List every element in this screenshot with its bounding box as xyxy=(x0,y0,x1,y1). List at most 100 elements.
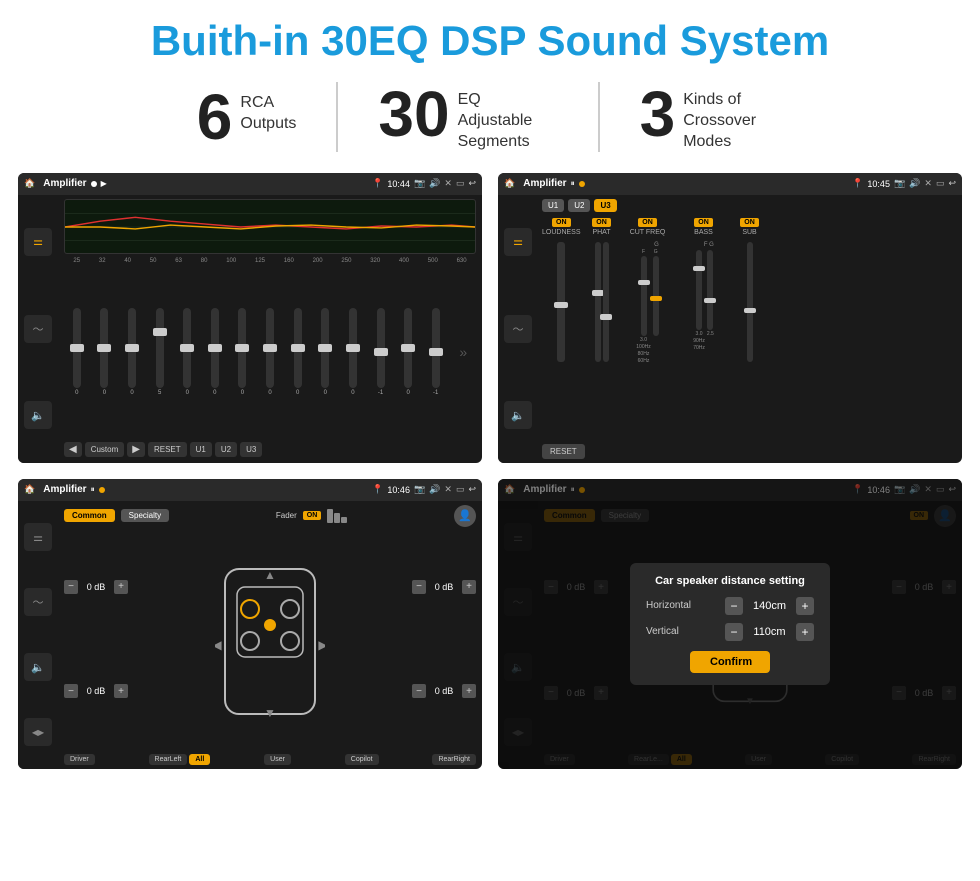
db-plus-fl[interactable]: + xyxy=(114,580,128,594)
slider-125[interactable]: 0 xyxy=(266,308,274,396)
slider-320[interactable]: -1 xyxy=(377,308,385,396)
dia-plus-horizontal[interactable]: + xyxy=(796,597,814,615)
stats-row: 6 RCAOutputs 30 EQ AdjustableSegments 3 … xyxy=(0,74,980,166)
amp2-sidebar: ⚌ 〜 🔈 xyxy=(498,195,538,463)
bass-label: BASS xyxy=(694,229,713,236)
play-icon-1: ▶ xyxy=(101,179,107,188)
db-minus-rr[interactable]: − xyxy=(412,684,426,698)
eq-sidebar-btn-speaker[interactable]: 🔈 xyxy=(24,401,52,429)
preset-u1-btn[interactable]: U1 xyxy=(542,199,564,212)
dot-3 xyxy=(99,487,105,493)
phat-on-badge[interactable]: ON xyxy=(592,218,611,227)
eq-sidebar-btn-wave[interactable]: 〜 xyxy=(24,315,52,343)
slider-63[interactable]: 0 xyxy=(183,308,191,396)
zone-btn-driver[interactable]: Driver xyxy=(64,754,95,765)
preset-u3[interactable]: U3 xyxy=(240,442,262,457)
slider-400[interactable]: 0 xyxy=(404,308,412,396)
reset-btn-2[interactable]: RESET xyxy=(542,444,585,459)
cross-main: Common Specialty Fader ON 👤 xyxy=(58,501,482,769)
slider-500[interactable]: -1 xyxy=(432,308,440,396)
prev-btn[interactable]: ◀ xyxy=(64,442,82,457)
camera-icon-2: 📷 xyxy=(894,178,905,189)
db-plus-rr[interactable]: + xyxy=(462,684,476,698)
preset-u2[interactable]: U2 xyxy=(215,442,237,457)
loudness-on-badge[interactable]: ON xyxy=(552,218,571,227)
ch-cutfreq: ON CUT FREQ G F 3.0 xyxy=(623,218,673,438)
eq-sidebar-1: ⚌ 〜 🔈 xyxy=(18,195,58,463)
next-btn[interactable]: ▶ xyxy=(127,442,145,457)
slider-50[interactable]: 5 xyxy=(156,308,164,396)
home-icon-1[interactable]: 🏠 xyxy=(24,178,35,189)
dialog-title: Car speaker distance setting xyxy=(646,575,814,587)
preset-custom[interactable]: Custom xyxy=(85,442,125,457)
tab-common[interactable]: Common xyxy=(64,509,115,522)
stat-crossover: 3 Kinds ofCrossover Modes xyxy=(600,82,824,152)
slider-32[interactable]: 0 xyxy=(100,308,108,396)
tab-specialty[interactable]: Specialty xyxy=(121,509,169,522)
cutfreq-label: CUT FREQ xyxy=(630,229,666,236)
fader-on-btn[interactable]: ON xyxy=(303,511,322,520)
db-minus-fr[interactable]: − xyxy=(412,580,426,594)
db-val-rl: 0 dB xyxy=(81,686,111,696)
app-title-1: Amplifier xyxy=(43,178,86,189)
slider-80[interactable]: 0 xyxy=(211,308,219,396)
back-icon-2[interactable]: ↩ xyxy=(948,178,956,189)
sub-on-badge[interactable]: ON xyxy=(740,218,759,227)
dialog-val-row-vertical: − 110cm + xyxy=(725,623,814,641)
slider-250[interactable]: 0 xyxy=(349,308,357,396)
db-plus-fr[interactable]: + xyxy=(462,580,476,594)
slider-100[interactable]: 0 xyxy=(238,308,246,396)
screen-dialog: 🏠 Amplifier ⏸ 📍 10:46 📷 🔊 ✕ ▭ ↩ ⚌ 〜 🔈 ◀▶ xyxy=(498,479,962,769)
bass-on-badge[interactable]: ON xyxy=(694,218,713,227)
spk-left-col: − 0 dB + − 0 dB + xyxy=(64,531,154,748)
statusbar-1: 🏠 Amplifier ▶ 📍 10:44 📷 🔊 ✕ ▭ ↩ xyxy=(18,173,482,195)
zone-btn-user[interactable]: User xyxy=(264,754,291,765)
pause-icon-2: ⏸ xyxy=(571,179,575,189)
cross-sidebar-btn-extra[interactable]: ◀▶ xyxy=(24,718,52,746)
dia-minus-vertical[interactable]: − xyxy=(725,623,743,641)
dia-plus-vertical[interactable]: + xyxy=(796,623,814,641)
zone-btn-rearright[interactable]: RearRight xyxy=(432,754,476,765)
slider-160[interactable]: 0 xyxy=(294,308,302,396)
dialog-val-row-horizontal: − 140cm + xyxy=(725,597,814,615)
stat-number-rca: 6 xyxy=(197,85,233,149)
statusbar-3: 🏠 Amplifier ⏸ 📍 10:46 📷 🔊 ✕ ▭ ↩ xyxy=(18,479,482,501)
eq-sidebar-btn-equalizer[interactable]: ⚌ xyxy=(24,228,52,256)
slider-25[interactable]: 0 xyxy=(73,308,81,396)
cross-sidebar-btn-eq[interactable]: ⚌ xyxy=(24,523,52,551)
sliders-row: 0 0 0 5 0 xyxy=(64,266,476,439)
home-icon-2[interactable]: 🏠 xyxy=(504,178,515,189)
preset-u1[interactable]: U1 xyxy=(190,442,212,457)
db-plus-rl[interactable]: + xyxy=(114,684,128,698)
cross-sidebar-btn-wave[interactable]: 〜 xyxy=(24,588,52,616)
preset-u2-btn[interactable]: U2 xyxy=(568,199,590,212)
volume-icon-3: 🔊 xyxy=(429,484,440,495)
location-icon-2: 📍 xyxy=(852,178,863,189)
back-icon-1[interactable]: ↩ xyxy=(468,178,476,189)
cross-sidebar-btn-speaker[interactable]: 🔈 xyxy=(24,653,52,681)
confirm-button[interactable]: Confirm xyxy=(690,651,770,673)
zone-btn-rearleft[interactable]: RearLeft xyxy=(149,754,188,765)
slider-200[interactable]: 0 xyxy=(321,308,329,396)
amp2-sidebar-btn-speaker[interactable]: 🔈 xyxy=(504,401,532,429)
zone-btn-copilot[interactable]: Copilot xyxy=(345,754,379,765)
spk-center: ▲ ▼ ◀ ▶ xyxy=(154,531,386,748)
zone-btn-all[interactable]: All xyxy=(189,754,210,765)
slider-40[interactable]: 0 xyxy=(128,308,136,396)
db-minus-fl[interactable]: − xyxy=(64,580,78,594)
eq-graph xyxy=(64,199,476,254)
dot-1 xyxy=(91,181,97,187)
dia-minus-horizontal[interactable]: − xyxy=(725,597,743,615)
amp2-sidebar-btn-wave[interactable]: 〜 xyxy=(504,315,532,343)
preset-u3-btn[interactable]: U3 xyxy=(594,199,616,212)
time-3: 10:46 xyxy=(387,485,410,495)
cross-top-row: Common Specialty Fader ON 👤 xyxy=(64,505,476,527)
back-icon-3[interactable]: ↩ xyxy=(468,484,476,495)
home-icon-3[interactable]: 🏠 xyxy=(24,484,35,495)
user-icon[interactable]: 👤 xyxy=(454,505,476,527)
db-minus-rl[interactable]: − xyxy=(64,684,78,698)
ch-loudness: ON LOUDNESS xyxy=(542,218,581,438)
reset-btn-1[interactable]: RESET xyxy=(148,442,187,457)
amp2-sidebar-btn-eq[interactable]: ⚌ xyxy=(504,228,532,256)
cutfreq-on-badge[interactable]: ON xyxy=(638,218,657,227)
